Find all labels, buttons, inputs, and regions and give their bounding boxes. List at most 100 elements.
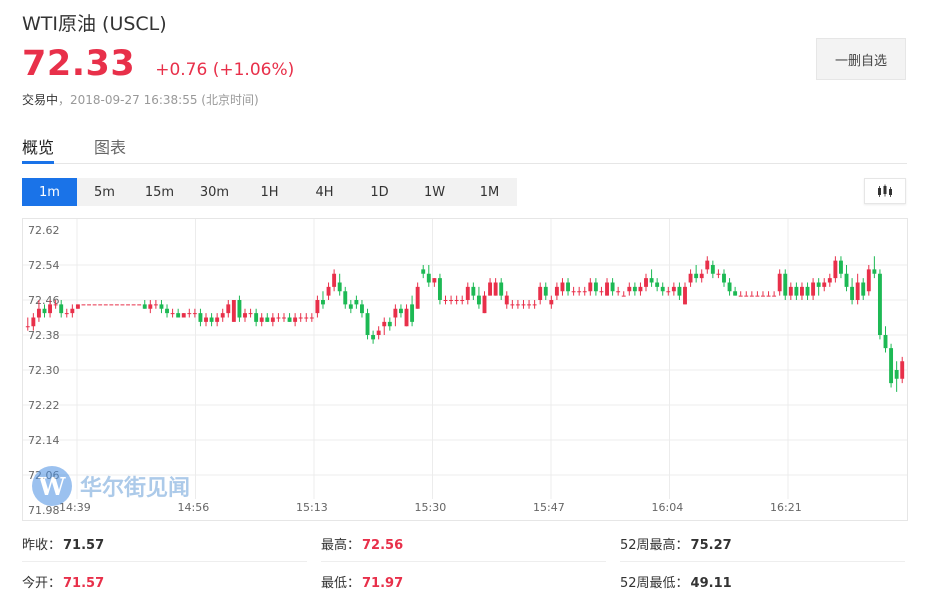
stat-value: 49.11 <box>690 576 732 591</box>
candle-body <box>599 291 604 293</box>
candle-body <box>332 273 337 287</box>
candle-body <box>48 304 53 314</box>
candle-body <box>321 300 325 305</box>
stat-label: 今开： <box>22 576 62 591</box>
trading-status: 交易中，2018-09-27 16:38:55 (北京时间) <box>22 91 259 108</box>
candle-body <box>766 295 771 297</box>
last-price: 72.33 <box>22 44 136 84</box>
stat-low: 最低： 71.97 <box>321 572 606 599</box>
stat-prev-close: 昨收： 71.57 <box>22 534 307 562</box>
candle-body <box>410 304 415 322</box>
candle-body <box>649 278 654 283</box>
candle-body <box>309 317 314 319</box>
period-1w[interactable]: 1W <box>407 178 462 206</box>
candle-body <box>187 313 192 315</box>
candle-body <box>588 282 593 292</box>
y-tick-label: 72.14 <box>28 434 60 447</box>
y-tick-label: 72.22 <box>28 399 60 412</box>
candle-body <box>855 282 860 300</box>
candle-body <box>120 304 125 306</box>
candle-body <box>616 291 621 293</box>
candle-body <box>443 300 448 301</box>
candle-body <box>493 282 498 296</box>
candle-body <box>488 282 493 296</box>
candle-body <box>894 370 899 379</box>
chart-type-button[interactable] <box>864 178 906 204</box>
candle-body <box>192 313 197 315</box>
candle-body <box>744 295 749 297</box>
x-tick-label: 16:04 <box>652 501 684 514</box>
watermark-text: 华尔街见闻 <box>80 475 191 501</box>
quote-timestamp: ，2018-09-27 16:38:55 (北京时间) <box>58 93 259 107</box>
candle-body <box>655 282 660 287</box>
period-30m[interactable]: 30m <box>187 178 242 206</box>
candle-body <box>64 313 69 315</box>
candle-body <box>432 278 437 283</box>
y-tick-label: 72.62 <box>28 224 60 237</box>
candle-body <box>861 282 866 296</box>
period-4h[interactable]: 4H <box>297 178 352 206</box>
period-5m[interactable]: 5m <box>77 178 132 206</box>
candle-body <box>593 282 598 292</box>
candle-body <box>476 295 481 305</box>
candle-body <box>833 260 838 279</box>
stat-52w-low: 52周最低： 49.11 <box>620 572 905 599</box>
y-tick-label: 72.54 <box>28 259 60 272</box>
tab-chart[interactable]: 图表 <box>94 134 126 164</box>
candle-body <box>538 286 543 300</box>
candle-body <box>226 304 231 314</box>
candle-body <box>621 295 626 297</box>
candle-body <box>53 304 58 306</box>
candle-body <box>165 308 169 314</box>
period-1mo[interactable]: 1M <box>462 178 517 206</box>
candle-body <box>209 317 214 322</box>
candle-body <box>482 295 487 314</box>
candle-body <box>31 317 36 327</box>
candle-body <box>727 282 732 292</box>
price-row: 72.33 +0.76 (+1.06%) <box>22 44 294 84</box>
candle-body <box>404 308 409 327</box>
candle-body <box>81 304 86 306</box>
period-1m[interactable]: 1m <box>22 178 77 206</box>
stat-label: 最低： <box>321 576 361 591</box>
candle-body <box>98 304 103 306</box>
candle-body <box>365 313 370 335</box>
candle-body <box>571 291 576 293</box>
x-tick-label: 15:47 <box>533 501 565 514</box>
candle-body <box>137 304 142 306</box>
watermark: W 华尔街见闻 <box>32 466 190 506</box>
period-15m[interactable]: 15m <box>132 178 187 206</box>
candle-body <box>103 304 108 306</box>
candle-body <box>36 308 41 318</box>
candle-body <box>683 286 687 305</box>
candle-body <box>610 282 615 292</box>
candle-body <box>554 286 559 296</box>
candle-body <box>360 304 364 314</box>
period-1h[interactable]: 1H <box>242 178 297 206</box>
candle-body <box>270 317 275 322</box>
price-change: +0.76 (+1.06%) <box>155 60 295 80</box>
candle-body <box>889 348 894 384</box>
tab-overview[interactable]: 概览 <box>22 134 55 164</box>
candle-body <box>259 317 264 322</box>
tab-bar: 概览 图表 <box>22 130 907 164</box>
candle-body <box>783 273 788 296</box>
candle-body <box>181 313 186 318</box>
x-tick-label: 15:13 <box>296 501 328 514</box>
candle-body <box>298 317 303 319</box>
candle-body <box>811 282 816 296</box>
candle-body <box>755 295 760 297</box>
candle-body <box>772 295 777 297</box>
candle-body <box>176 313 181 318</box>
candle-body <box>109 304 114 306</box>
candle-body <box>566 282 570 292</box>
candle-body <box>605 282 609 296</box>
y-tick-label: 72.38 <box>28 329 60 342</box>
candle-body <box>827 278 832 283</box>
period-selector: 1m 5m 15m 30m 1H 4H 1D 1W 1M <box>22 178 517 206</box>
remove-watchlist-button[interactable]: 一删自选 <box>816 38 906 80</box>
period-1d[interactable]: 1D <box>352 178 407 206</box>
candle-body <box>705 260 710 270</box>
candle-body <box>460 300 465 301</box>
candle-body <box>237 300 242 318</box>
